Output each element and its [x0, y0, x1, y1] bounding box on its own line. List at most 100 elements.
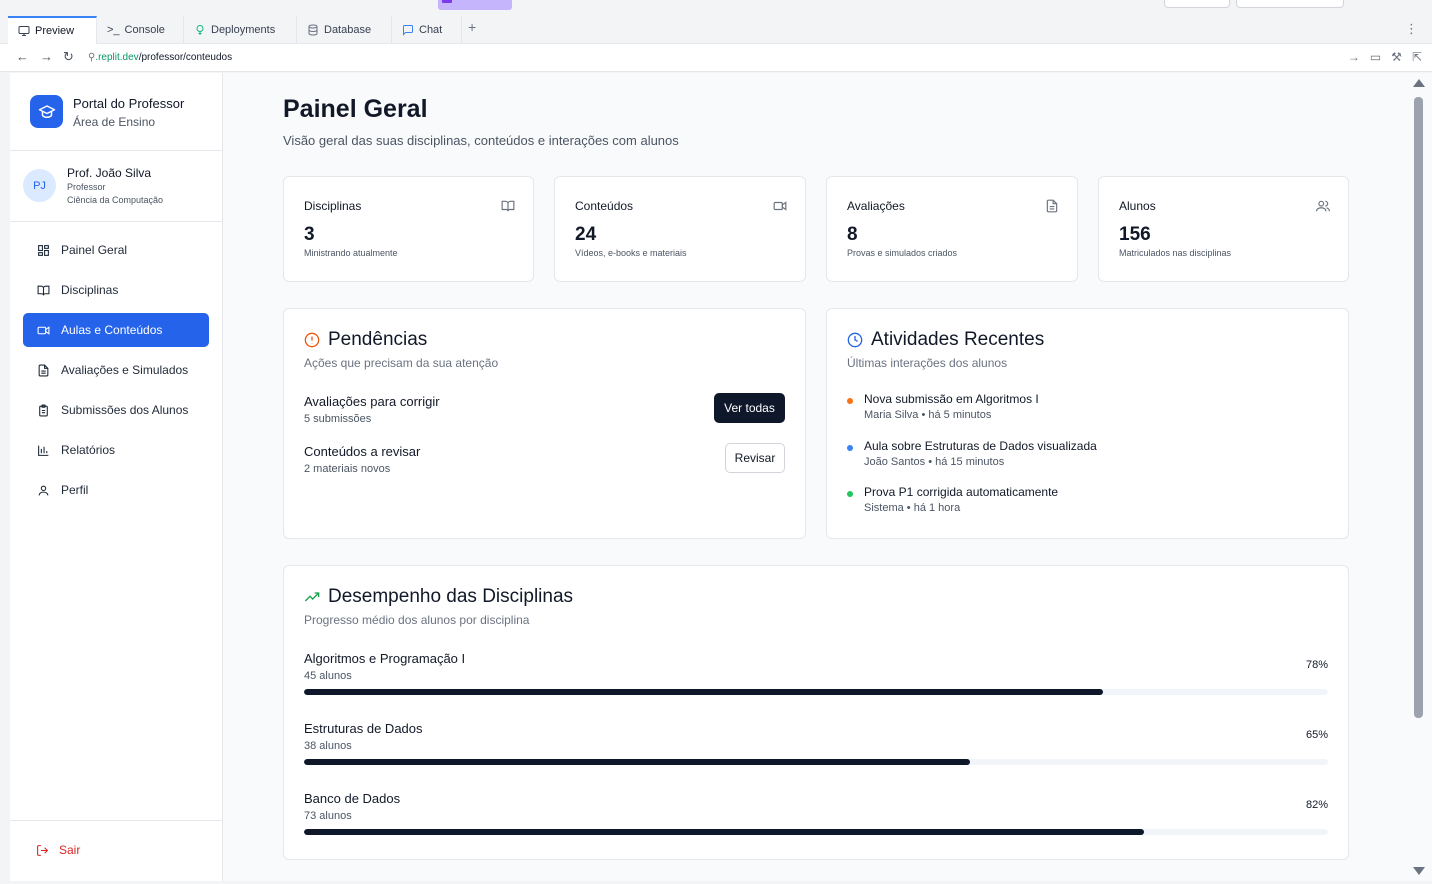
sidebar-item-relatorios[interactable]: Relatórios	[23, 433, 209, 467]
clock-icon	[847, 332, 863, 348]
stat-description: Matriculados nas disciplinas	[1119, 248, 1232, 258]
trending-up-icon	[304, 592, 320, 602]
tab-database[interactable]: Database	[297, 16, 392, 44]
ide-top-strip	[0, 0, 1432, 14]
dashboard-icon	[38, 244, 49, 256]
stat-card-disciplinas: Disciplinas 3 Ministrando atualmente	[283, 176, 534, 282]
activity-title: Atividades Recentes	[871, 329, 1045, 350]
view-all-button[interactable]: Ver todas	[714, 393, 785, 423]
monitor-icon	[18, 26, 30, 36]
sidebar-nav: Painel Geral Disciplinas Aulas e Conteúd…	[23, 233, 209, 513]
progress-fill	[304, 759, 970, 765]
scroll-thumb[interactable]	[1414, 97, 1423, 718]
stat-card-conteudos: Conteúdos 24 Vídeos, e-books e materiais	[554, 176, 806, 282]
devices-icon[interactable]: ▭	[1370, 50, 1381, 64]
sidebar-item-label: Painel Geral	[61, 243, 128, 257]
pending-item-desc: 2 materiais novos	[304, 463, 391, 475]
performance-subtitle: Progresso médio dos alunos por disciplin…	[304, 613, 530, 627]
video-icon	[773, 201, 787, 211]
clipboard-icon	[39, 404, 48, 416]
sidebar-item-label: Aulas e Conteúdos	[61, 323, 163, 337]
sidebar-item-submissoes[interactable]: Submissões dos Alunos	[23, 393, 209, 427]
database-icon	[308, 24, 318, 36]
sidebar-item-aulas-conteudos[interactable]: Aulas e Conteúdos	[23, 313, 209, 347]
stat-label: Disciplinas	[304, 199, 362, 213]
tab-label: Preview	[35, 25, 75, 37]
stat-description: Ministrando atualmente	[304, 248, 398, 258]
stat-card-alunos: Alunos 156 Matriculados nas disciplinas	[1098, 176, 1349, 282]
file-icon	[1046, 199, 1058, 213]
bar-chart-icon	[38, 445, 49, 456]
sidebar-item-avaliacoes[interactable]: Avaliações e Simulados	[23, 353, 209, 387]
tab-label: Deployments	[211, 24, 276, 36]
activity-item: Prova P1 corrigida automaticamente Siste…	[847, 485, 1328, 521]
progress-bar	[304, 689, 1328, 695]
pending-item-title: Conteúdos a revisar	[304, 444, 421, 459]
external-link-icon[interactable]: ⇱	[1412, 50, 1422, 64]
pending-header: Pendências	[304, 329, 427, 351]
progress-percent: 78%	[1305, 659, 1328, 671]
activity-item-meta: Sistema • há 1 hora	[864, 502, 961, 514]
stat-label: Conteúdos	[575, 199, 634, 213]
sidebar-item-label: Submissões dos Alunos	[61, 403, 189, 417]
add-tab-button[interactable]: +	[468, 19, 476, 35]
pending-item: Conteúdos a revisar 2 materiais novos Re…	[304, 443, 785, 484]
tab-label: Database	[324, 24, 372, 36]
sidebar-item-disciplinas[interactable]: Disciplinas	[23, 273, 209, 307]
sidebar: Portal do Professor Área de Ensino PJ Pr…	[10, 73, 223, 881]
logout-label: Sair	[59, 843, 81, 857]
pending-card: Pendências Ações que precisam da sua ate…	[283, 308, 806, 539]
activity-item-title: Nova submissão em Algoritmos I	[864, 392, 1039, 406]
stat-value: 24	[575, 224, 597, 245]
run-status-pill[interactable]	[438, 0, 512, 10]
page-title: Painel Geral	[283, 95, 428, 123]
user-icon	[38, 485, 49, 495]
stat-value: 3	[304, 224, 315, 245]
run-icon	[442, 0, 452, 3]
terminal-icon: >_	[107, 24, 120, 36]
progress-bar	[304, 759, 1328, 765]
pending-item: Avaliações para corrigir 5 submissões Ve…	[304, 393, 785, 434]
chat-icon	[403, 25, 413, 36]
scroll-up-arrow-icon[interactable]	[1413, 79, 1425, 87]
stat-value: 156	[1119, 224, 1151, 245]
url-field[interactable]: ⚲.replit.dev/professor/conteudos	[88, 52, 232, 63]
status-dot	[847, 445, 853, 451]
app-viewport: Portal do Professor Área de Ensino PJ Pr…	[10, 73, 1410, 881]
sidebar-brand: Portal do Professor Área de Ensino	[10, 73, 222, 151]
review-button[interactable]: Revisar	[725, 443, 785, 473]
top-control[interactable]	[1164, 0, 1230, 8]
stat-value: 8	[847, 224, 858, 245]
sidebar-item-perfil[interactable]: Perfil	[23, 473, 209, 507]
scrollbar[interactable]	[1410, 73, 1432, 881]
tab-deployments[interactable]: Deployments	[184, 16, 297, 44]
logout-button[interactable]: Sair	[36, 843, 80, 857]
back-arrow-icon[interactable]: ←	[16, 50, 29, 64]
performance-item: Banco de Dados 73 alunos 82%	[304, 791, 1328, 841]
performance-card: Desempenho das Disciplinas Progresso méd…	[283, 565, 1349, 860]
scroll-down-arrow-icon[interactable]	[1413, 867, 1425, 875]
tab-preview[interactable]: Preview	[8, 16, 97, 44]
forward-arrow-icon[interactable]: →	[40, 50, 53, 64]
sidebar-item-painel-geral[interactable]: Painel Geral	[23, 233, 209, 267]
student-count: 73 alunos	[304, 810, 352, 822]
progress-bar	[304, 829, 1328, 835]
brand-title: Portal do Professor	[73, 96, 185, 111]
main-content: Painel Geral Visão geral das suas discip…	[223, 73, 1410, 881]
progress-fill	[304, 829, 1144, 835]
devtools-icon[interactable]: ⚒	[1391, 50, 1402, 64]
user-role: Professor	[67, 182, 106, 192]
logout-section: Sair	[10, 820, 222, 881]
activity-item-meta: Maria Silva • há 5 minutos	[864, 409, 992, 421]
activity-card: Atividades Recentes Últimas interações d…	[826, 308, 1349, 539]
reload-icon[interactable]: ↻	[63, 50, 74, 64]
more-vertical-icon[interactable]: ⋮	[1405, 21, 1418, 37]
top-control[interactable]	[1236, 0, 1344, 8]
tab-chat[interactable]: Chat	[392, 16, 462, 44]
tab-console[interactable]: >_ Console	[97, 16, 184, 44]
ide-tabbar: Preview >_ Console Deployments Database …	[0, 14, 1432, 44]
status-dot	[847, 398, 853, 404]
avatar: PJ	[23, 169, 56, 202]
go-arrow-icon[interactable]: →	[1348, 50, 1360, 64]
alert-circle-icon	[304, 332, 320, 348]
